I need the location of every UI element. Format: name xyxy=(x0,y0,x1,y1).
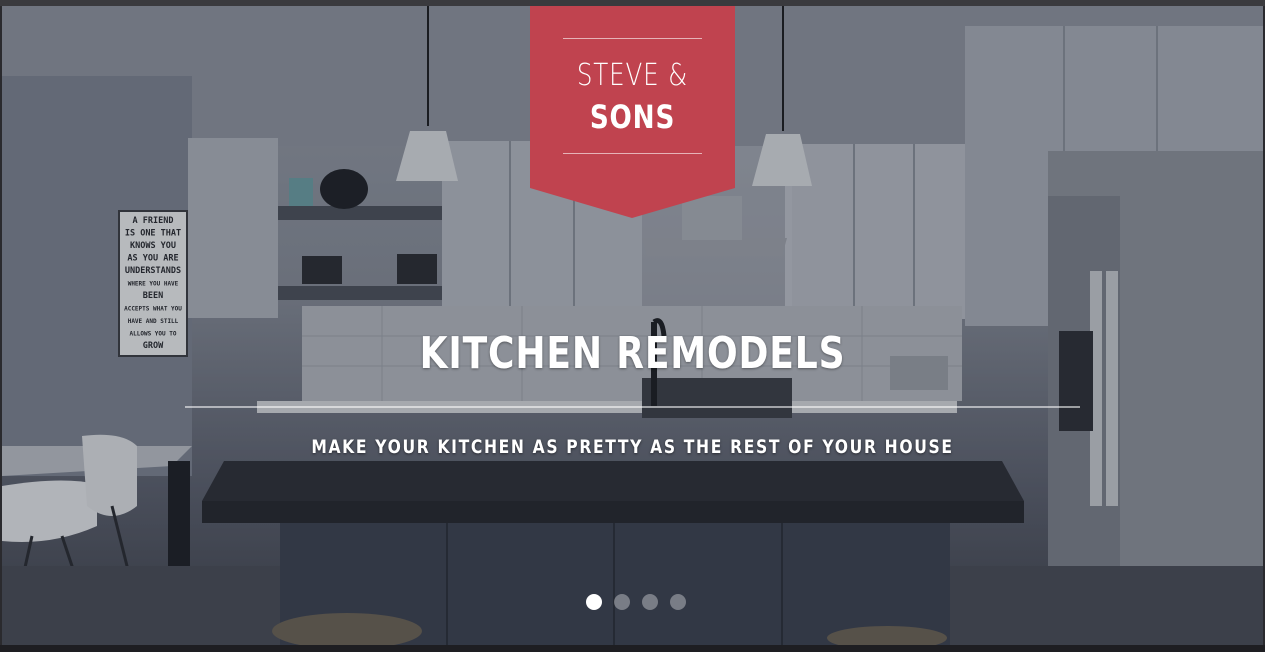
brand-logo-badge[interactable]: STEVE & SONS xyxy=(530,6,735,218)
slide-headline: KITCHEN REMODELS xyxy=(419,328,846,379)
headline-divider xyxy=(185,406,1080,408)
logo-rule-bottom xyxy=(563,153,702,154)
browser-viewport: A FRIEND IS ONE THAT KNOWS YOU AS YOU ARE UN… xyxy=(0,0,1265,652)
hero-slider: A FRIEND IS ONE THAT KNOWS YOU AS YOU ARE UN… xyxy=(2,6,1263,645)
logo-rule-top xyxy=(563,38,702,39)
carousel-dot-1[interactable] xyxy=(586,594,602,610)
brand-name-line1: STEVE & xyxy=(576,58,689,93)
carousel-dot-3[interactable] xyxy=(642,594,658,610)
slide-subheadline: MAKE YOUR KITCHEN AS PRETTY AS THE REST … xyxy=(311,436,954,458)
carousel-pagination xyxy=(586,594,686,610)
brand-name-line2: SONS xyxy=(589,98,676,136)
carousel-dot-2[interactable] xyxy=(614,594,630,610)
bottom-edge xyxy=(0,645,1265,652)
carousel-dot-4[interactable] xyxy=(670,594,686,610)
